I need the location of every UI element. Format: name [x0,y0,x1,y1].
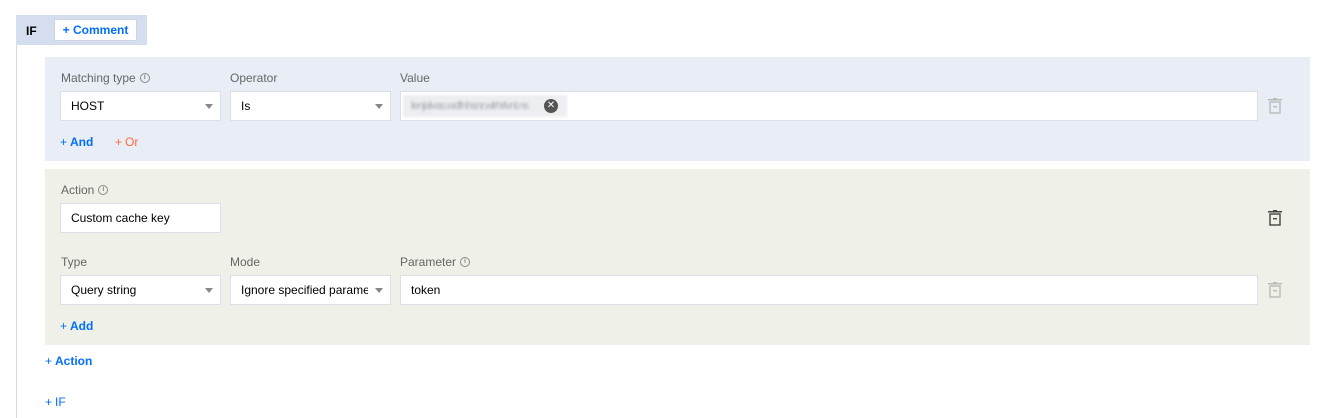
matching-type-select[interactable]: HOST [60,91,221,121]
if-link-label: IF [55,395,66,409]
value-label: Value [400,71,430,85]
close-circle-icon[interactable]: ✕ [544,99,558,113]
if-label: IF [26,24,37,38]
operator-selected: Is [241,99,251,113]
mode-select[interactable]: Ignore specified parameters [230,275,391,305]
caret-down-icon [205,104,213,109]
value-tag: lenjalvas.wdfnhsnr.wlrhrlvnl.ns [403,95,567,117]
operator-select[interactable]: Is [230,91,391,121]
type-selected: Query string [71,283,137,297]
or-link-label: Or [125,135,139,149]
mode-label: Mode [230,255,261,269]
type-select[interactable]: Query string [60,275,221,305]
action-link-label: Action [55,354,93,368]
mode-selected: Ignore specified parameters [241,283,368,297]
action-panel: Action i Custom cache key Type Mode Para… [45,169,1310,345]
info-icon[interactable]: i [139,73,150,83]
add-or-link[interactable]: + Or [115,135,138,149]
parameter-label-wrap: Parameter i [400,255,471,269]
action-field[interactable]: Custom cache key [60,203,221,233]
caret-down-icon [205,288,213,293]
matching-type-label-wrap: Matching type i [61,71,150,85]
add-comment-button[interactable]: + Comment [54,19,137,41]
caret-down-icon [375,104,383,109]
tree-connector-line [16,45,17,418]
add-action-link[interactable]: + Action [45,354,92,368]
matching-type-label: Matching type [61,71,136,85]
trash-icon[interactable] [1268,98,1282,114]
add-if-link[interactable]: + IF [45,395,66,409]
action-label-wrap: Action i [61,183,109,197]
action-label: Action [61,183,95,197]
matching-type-selected: HOST [71,99,105,113]
parameter-input[interactable]: token [400,275,1258,305]
condition-panel: Matching type i Operator Value HOST Is l… [45,57,1310,161]
parameter-label: Parameter [400,255,457,269]
add-and-link[interactable]: + And [60,135,93,149]
trash-icon[interactable] [1268,210,1282,226]
trash-icon[interactable] [1268,282,1282,298]
value-tag-input[interactable]: lenjalvas.wdfnhsnr.wlrhrlvnl.ns ✕ [400,91,1258,121]
add-parameter-link[interactable]: + Add [60,319,93,333]
operator-label: Operator [230,71,278,85]
add-link-label: Add [70,319,94,333]
info-icon[interactable]: i [460,257,471,267]
caret-down-icon [375,288,383,293]
type-label: Type [61,255,88,269]
and-link-label: And [70,135,94,149]
info-icon[interactable]: i [98,185,109,195]
if-header: IF + Comment [16,15,147,45]
